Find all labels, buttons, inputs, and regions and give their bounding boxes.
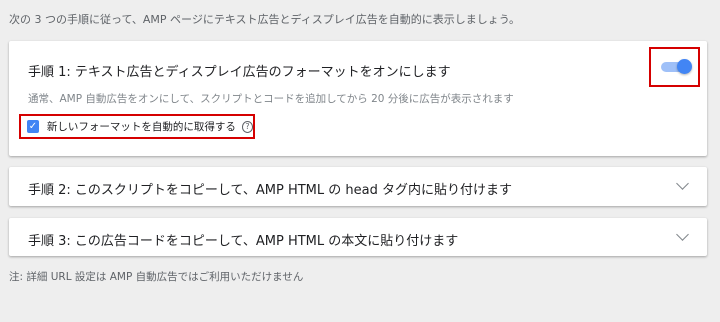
step2-card[interactable]: 手順 2: このスクリプトをコピーして、AMP HTML の head タグ内に…: [9, 167, 707, 206]
chevron-down-icon[interactable]: [676, 228, 689, 241]
toggle-thumb: [677, 59, 692, 74]
auto-format-checkbox[interactable]: ✓: [27, 120, 39, 133]
chevron-down-icon[interactable]: [676, 177, 689, 190]
toggle-highlight-box: [649, 47, 700, 87]
step3-card[interactable]: 手順 3: この広告コードをコピーして、AMP HTML の本文に貼り付けます: [9, 218, 707, 256]
step1-card: 手順 1: テキスト広告とディスプレイ広告のフォーマットをオンにします 通常、A…: [9, 41, 707, 156]
intro-text: 次の 3 つの手順に従って、AMP ページにテキスト広告とディスプレイ広告を自動…: [9, 13, 521, 26]
footnote: 注: 詳細 URL 設定は AMP 自動広告ではご利用いただけません: [9, 271, 304, 283]
checkmark-icon: ✓: [28, 120, 38, 132]
step3-title: 手順 3: この広告コードをコピーして、AMP HTML の本文に貼り付けます: [28, 234, 459, 249]
step1-title: 手順 1: テキスト広告とディスプレイ広告のフォーマットをオンにします: [28, 65, 451, 80]
step1-description: 通常、AMP 自動広告をオンにして、スクリプトとコードを追加してから 20 分後…: [28, 93, 514, 105]
auto-format-highlight-box: ✓ 新しいフォーマットを自動的に取得する ?: [19, 114, 255, 139]
auto-format-label[interactable]: 新しいフォーマットを自動的に取得する: [47, 119, 236, 134]
step2-title: 手順 2: このスクリプトをコピーして、AMP HTML の head タグ内に…: [28, 183, 512, 198]
format-toggle[interactable]: [661, 59, 692, 74]
help-icon[interactable]: ?: [241, 120, 253, 133]
